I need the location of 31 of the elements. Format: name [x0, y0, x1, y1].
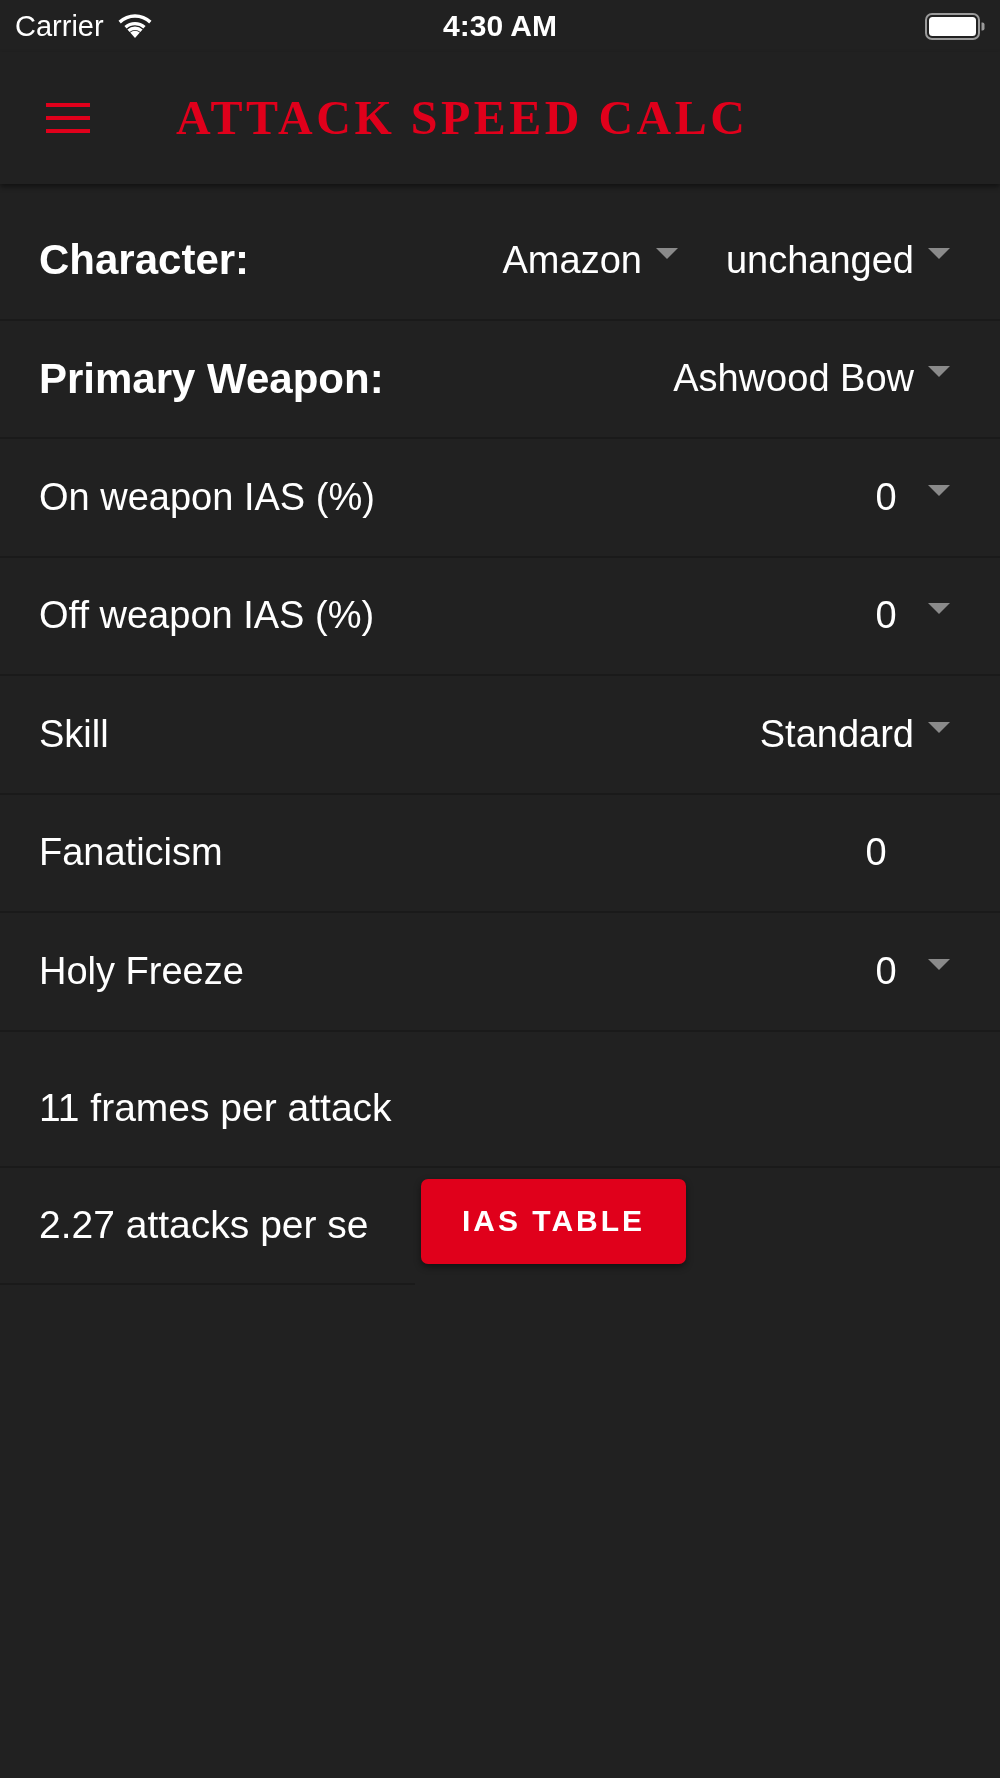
caret-icon: [928, 484, 950, 496]
setting-label: Holy Freeze: [39, 949, 245, 993]
dropdown[interactable]: Standard: [759, 712, 950, 756]
caret-icon: [928, 366, 950, 378]
result-text: 2.27 attacks per se: [39, 1203, 369, 1248]
input-field[interactable]: 0: [848, 831, 904, 875]
setting-label: Off weapon IAS (%): [39, 594, 376, 638]
setting-label: Primary Weapon:: [39, 354, 385, 403]
caret-icon: [928, 721, 950, 733]
caret-icon: [655, 247, 678, 259]
app-title: ATTACK SPEED CALC: [176, 94, 749, 142]
caret-icon: [928, 247, 950, 259]
setting-label: On weapon IAS (%): [39, 475, 376, 519]
setting-label: Skill: [39, 712, 110, 756]
carrier-label: Carrier: [15, 9, 104, 43]
setting-label: Character:: [39, 236, 251, 285]
dropdown[interactable]: 0: [858, 594, 950, 638]
wifi-icon: [117, 13, 152, 39]
dropdown[interactable]: 0: [858, 475, 950, 519]
dropdown[interactable]: 0: [858, 949, 950, 993]
dropdown[interactable]: Ashwood Bow: [673, 357, 950, 401]
time-label: 4:30 AM: [443, 9, 557, 43]
caret-icon: [928, 603, 950, 615]
setting-label: Fanaticism: [39, 831, 224, 875]
caret-icon: [928, 958, 950, 970]
dropdown[interactable]: unchanged: [725, 238, 950, 282]
menu-icon[interactable]: [46, 103, 90, 133]
result-text: 11 frames per attack: [39, 1085, 392, 1130]
dropdown[interactable]: Amazon: [502, 238, 678, 282]
battery-icon: [925, 12, 985, 40]
ias-table-button[interactable]: IAS TABLE: [421, 1178, 686, 1264]
